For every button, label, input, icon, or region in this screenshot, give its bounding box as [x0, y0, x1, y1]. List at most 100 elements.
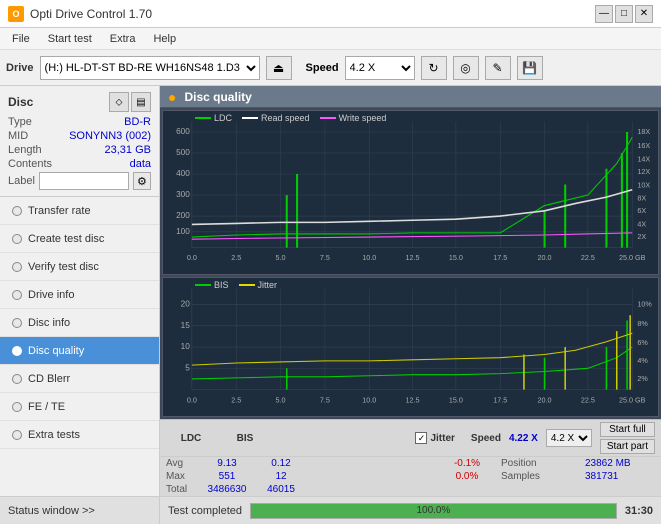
nav-item-transfer-rate[interactable]: Transfer rate: [0, 197, 159, 225]
close-button[interactable]: ✕: [635, 5, 653, 23]
nav-item-verify-test-disc[interactable]: Verify test disc: [0, 253, 159, 281]
svg-text:20.0: 20.0: [538, 253, 552, 262]
svg-text:500: 500: [176, 147, 190, 157]
content-header: ● Disc quality: [160, 86, 661, 108]
nav-label-cd-blerr: CD Blerr: [28, 373, 70, 385]
disc-contents-row: Contents data: [8, 158, 151, 170]
disc-mid-row: MID SONYNN3 (002): [8, 130, 151, 142]
svg-text:12.5: 12.5: [406, 253, 420, 262]
status-window-button[interactable]: Status window >>: [0, 496, 159, 524]
stats-max-row: Max 551 12 0.0% Samples 381731: [160, 470, 661, 483]
stats-total-row: Total 3486630 46015: [160, 483, 661, 496]
drive-label: Drive: [6, 62, 34, 74]
nav-section: Transfer rate Create test disc Verify te…: [0, 197, 159, 496]
menu-bar: File Start test Extra Help: [0, 28, 661, 50]
svg-text:200: 200: [176, 210, 190, 220]
svg-text:300: 300: [176, 189, 190, 199]
menu-file[interactable]: File: [4, 31, 38, 47]
save-button[interactable]: 💾: [517, 56, 543, 80]
svg-text:7.5: 7.5: [320, 395, 330, 404]
svg-text:15: 15: [181, 320, 191, 330]
nav-label-drive-info: Drive info: [28, 289, 74, 301]
disc-icon-btn-1[interactable]: ⬦: [109, 92, 129, 112]
legend-write-speed: Write speed: [320, 113, 387, 123]
menu-help[interactable]: Help: [145, 31, 184, 47]
svg-text:7.5: 7.5: [320, 253, 330, 262]
svg-text:12.5: 12.5: [406, 395, 420, 404]
nav-item-extra-tests[interactable]: Extra tests: [0, 421, 159, 449]
max-bis: 12: [256, 471, 306, 482]
app-icon: O: [8, 6, 24, 22]
app-title: Opti Drive Control 1.70: [30, 7, 152, 21]
disc-header: Disc ⬦ ▤: [8, 92, 151, 112]
nav-item-create-test-disc[interactable]: Create test disc: [0, 225, 159, 253]
nav-item-disc-info[interactable]: Disc info: [0, 309, 159, 337]
eject-button[interactable]: ⏏: [266, 56, 292, 80]
status-text: Test completed: [168, 505, 242, 517]
disc-label-row: Label ⚙: [8, 172, 151, 190]
menu-extra[interactable]: Extra: [102, 31, 144, 47]
nav-item-disc-quality[interactable]: Disc quality: [0, 337, 159, 365]
position-value: 23862 MB: [585, 458, 655, 469]
svg-text:8X: 8X: [637, 193, 646, 202]
svg-text:22.5: 22.5: [581, 253, 595, 262]
nav-dot-drive-info: [12, 290, 22, 300]
speed-stat-select[interactable]: 4.2 X: [546, 429, 592, 447]
disc-section-title: Disc: [8, 95, 33, 109]
nav-item-cd-blerr[interactable]: CD Blerr: [0, 365, 159, 393]
disc-label-input[interactable]: [39, 172, 129, 190]
speed-label: Speed: [306, 62, 339, 74]
nav-item-fe-te[interactable]: FE / TE: [0, 393, 159, 421]
speed-select[interactable]: 4.2 X: [345, 56, 415, 80]
svg-text:2%: 2%: [637, 374, 648, 383]
disc-label-button[interactable]: ⚙: [133, 172, 151, 190]
total-bis: 46015: [256, 484, 306, 495]
samples-value: 381731: [585, 471, 655, 482]
start-part-button[interactable]: Start part: [600, 439, 655, 454]
title-bar-left: O Opti Drive Control 1.70: [8, 6, 152, 22]
nav-dot-extra-tests: [12, 430, 22, 440]
nav-label-fe-te: FE / TE: [28, 401, 65, 413]
legend-read-speed: Read speed: [242, 113, 310, 123]
bottom-chart-legend: BIS Jitter: [195, 280, 277, 290]
status-window-label: Status window >>: [8, 505, 95, 517]
start-full-button[interactable]: Start full: [600, 422, 655, 437]
total-label: Total: [166, 484, 198, 495]
svg-text:17.5: 17.5: [493, 395, 507, 404]
sidebar: Disc ⬦ ▤ Type BD-R MID SONYNN3 (002) Len…: [0, 86, 160, 524]
menu-start-test[interactable]: Start test: [40, 31, 100, 47]
refresh-button[interactable]: ↻: [421, 56, 447, 80]
svg-text:10.0: 10.0: [362, 253, 376, 262]
svg-text:20.0: 20.0: [538, 395, 552, 404]
disc-mid-value: SONYNN3 (002): [69, 130, 151, 142]
svg-text:0.0: 0.0: [187, 253, 197, 262]
disc-label-label: Label: [8, 175, 35, 187]
avg-jitter: -0.1%: [437, 458, 497, 469]
toolbar: Drive (H:) HL-DT-ST BD-RE WH16NS48 1.D3 …: [0, 50, 661, 86]
disc-icon-btn-2[interactable]: ▤: [131, 92, 151, 112]
disc-type-value: BD-R: [124, 116, 151, 128]
svg-text:100: 100: [176, 226, 190, 236]
disc-contents-label: Contents: [8, 158, 52, 170]
content-title: Disc quality: [184, 90, 251, 104]
nav-item-drive-info[interactable]: Drive info: [0, 281, 159, 309]
write-button[interactable]: ✎: [485, 56, 511, 80]
svg-text:5.0: 5.0: [276, 395, 286, 404]
disc-type-row: Type BD-R: [8, 116, 151, 128]
svg-text:20: 20: [181, 298, 191, 308]
main-area: Disc ⬦ ▤ Type BD-R MID SONYNN3 (002) Len…: [0, 86, 661, 524]
drive-select[interactable]: (H:) HL-DT-ST BD-RE WH16NS48 1.D3: [40, 56, 260, 80]
title-bar: O Opti Drive Control 1.70 — □ ✕: [0, 0, 661, 28]
maximize-button[interactable]: □: [615, 5, 633, 23]
stats-panel: LDC BIS ✓ Jitter Speed 4.22 X 4.2 X Star…: [160, 419, 661, 496]
minimize-button[interactable]: —: [595, 5, 613, 23]
legend-ldc: LDC: [195, 113, 232, 123]
svg-text:10.0: 10.0: [362, 395, 376, 404]
jitter-label: Jitter: [430, 433, 454, 444]
nav-label-create-test-disc: Create test disc: [28, 233, 104, 245]
scan-button[interactable]: ◎: [453, 56, 479, 80]
svg-text:17.5: 17.5: [493, 253, 507, 262]
disc-quality-icon: ●: [168, 89, 176, 105]
jitter-checkbox[interactable]: ✓: [415, 432, 427, 444]
svg-text:5.0: 5.0: [276, 253, 286, 262]
